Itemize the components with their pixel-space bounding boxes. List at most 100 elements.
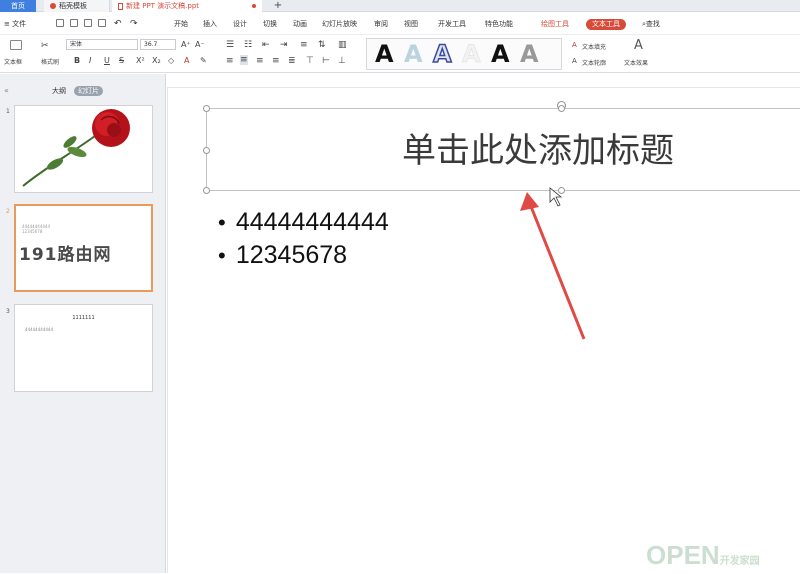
menu-animation[interactable]: 动画 bbox=[293, 13, 307, 35]
text-effect-icon[interactable]: A bbox=[634, 38, 643, 53]
style-black[interactable]: A bbox=[375, 40, 394, 68]
collapse-panel-icon[interactable]: « bbox=[4, 86, 9, 95]
menu-file[interactable]: ≡ 文件 bbox=[4, 13, 26, 35]
slide-number: 2 bbox=[6, 208, 10, 215]
menu-drawing-tools[interactable]: 绘图工具 bbox=[541, 13, 569, 35]
menubar: ≡ 文件 ↶ ↷ 开始 插入 设计 切换 动画 幻灯片放映 审阅 视图 开发工具… bbox=[0, 13, 800, 35]
menu-slideshow[interactable]: 幻灯片放映 bbox=[322, 13, 357, 35]
align-center-icon[interactable]: ≡ bbox=[240, 55, 248, 65]
bullets-icon[interactable]: ☰ bbox=[226, 40, 234, 50]
thumb-bullets: 44444444444 12345678 bbox=[22, 224, 50, 234]
font-name-select[interactable]: 宋体 bbox=[66, 39, 138, 50]
align-middle-icon[interactable]: ⊢ bbox=[322, 56, 330, 66]
thumb-title: 1111111 bbox=[72, 315, 95, 321]
numbering-icon[interactable]: ☷ bbox=[244, 40, 252, 50]
menu-text-tools[interactable]: 文本工具 bbox=[586, 19, 626, 30]
tab-template-label: 稻壳模板 bbox=[59, 2, 87, 10]
slide-thumbnail-2[interactable]: 44444444444 12345678 191路由网 bbox=[14, 204, 153, 292]
increase-indent-icon[interactable]: ⇥ bbox=[280, 40, 288, 50]
preview-icon[interactable] bbox=[84, 19, 92, 27]
text-styles-gallery: A A A A A A bbox=[366, 38, 562, 70]
watermark-text: OPEN bbox=[646, 540, 720, 570]
highlight-icon[interactable]: ✎ bbox=[200, 56, 207, 65]
decrease-indent-icon[interactable]: ⇤ bbox=[262, 40, 270, 50]
slide-number: 3 bbox=[6, 308, 10, 315]
slide-canvas: 单击此处添加标题 44444444444 12345678 bbox=[167, 74, 800, 573]
ribbon-toolbar: 文本框 ✂ 格式刷 宋体 36.7 A⁺ A⁻ B I U S X² X₂ ◇ … bbox=[0, 36, 800, 73]
text-outline-button[interactable]: 文本轮廓 bbox=[582, 58, 606, 67]
site-watermark: 191路由网 bbox=[19, 245, 112, 265]
watermark-sub: 开发家园 bbox=[719, 556, 760, 567]
save-icon[interactable] bbox=[56, 19, 64, 27]
export-icon[interactable] bbox=[98, 19, 106, 27]
tab-outline[interactable]: 大纲 bbox=[52, 86, 66, 96]
distribute-icon[interactable]: ≣ bbox=[288, 56, 296, 66]
slide-number: 1 bbox=[6, 108, 10, 115]
underline-button[interactable]: U bbox=[104, 56, 110, 65]
menu-insert[interactable]: 插入 bbox=[203, 13, 217, 35]
slide: 单击此处添加标题 44444444444 12345678 bbox=[167, 87, 800, 573]
unsaved-dot-icon bbox=[252, 4, 256, 8]
text-fill-icon[interactable]: A bbox=[572, 41, 577, 49]
slide-panel: « 大纲 幻灯片 1 2 44444444444 12345678 191路由网… bbox=[0, 74, 166, 573]
align-left-icon[interactable]: ≡ bbox=[226, 56, 234, 66]
menu-view[interactable]: 视图 bbox=[404, 13, 418, 35]
font-size-select[interactable]: 36.7 bbox=[140, 39, 176, 50]
annotation-arrow bbox=[520, 187, 586, 340]
shrink-font-icon[interactable]: A⁻ bbox=[195, 40, 205, 49]
add-tab-button[interactable]: + bbox=[272, 0, 284, 12]
subscript-icon[interactable]: X₂ bbox=[152, 56, 161, 65]
tab-document-label: 新建 PPT 演示文稿.ppt bbox=[126, 2, 200, 10]
style-white[interactable]: A bbox=[462, 40, 481, 69]
daoke-logo-icon bbox=[50, 3, 56, 9]
italic-button[interactable]: I bbox=[89, 56, 91, 65]
text-direction-icon[interactable]: ⇅ bbox=[318, 40, 326, 50]
text-outline-icon[interactable]: A bbox=[572, 57, 577, 65]
thumb-line: 12345678 bbox=[22, 229, 43, 234]
menu-transition[interactable]: 切换 bbox=[263, 13, 277, 35]
line-spacing-icon[interactable]: ≡ bbox=[300, 40, 308, 50]
site-logo-watermark: OPEN开发家园 bbox=[646, 540, 760, 571]
style-gray[interactable]: A bbox=[520, 40, 539, 68]
bold-button[interactable]: B bbox=[74, 56, 80, 65]
undo-icon[interactable]: ↶ bbox=[114, 13, 122, 35]
cut-icon[interactable]: ✂ bbox=[41, 41, 49, 51]
redo-icon[interactable]: ↷ bbox=[130, 13, 138, 35]
font-color-icon[interactable]: A bbox=[184, 56, 189, 65]
document-tabbar: 首页 稻壳模板 新建 PPT 演示文稿.ppt + bbox=[0, 0, 800, 12]
rose-image bbox=[22, 109, 130, 187]
format-painter-button[interactable]: 格式刷 bbox=[41, 57, 59, 66]
thumb-line: 44444444444 bbox=[25, 327, 53, 332]
text-effect-button[interactable]: 文本效果 bbox=[624, 58, 648, 67]
menu-start[interactable]: 开始 bbox=[174, 13, 188, 35]
align-right-icon[interactable]: ≡ bbox=[256, 56, 264, 66]
style-lightblue[interactable]: A bbox=[404, 40, 423, 68]
search-label: 查找 bbox=[645, 20, 660, 28]
ppt-file-icon bbox=[118, 2, 123, 10]
print-icon[interactable] bbox=[70, 19, 78, 27]
grow-font-icon[interactable]: A⁺ bbox=[181, 40, 191, 49]
slide-thumbnail-1[interactable] bbox=[14, 105, 153, 193]
menu-special[interactable]: 特色功能 bbox=[485, 13, 513, 35]
tab-document[interactable]: 新建 PPT 演示文稿.ppt bbox=[112, 0, 262, 12]
tab-slides[interactable]: 幻灯片 bbox=[74, 86, 103, 96]
menu-review[interactable]: 审阅 bbox=[374, 13, 388, 35]
slide-thumbnail-3[interactable]: 1111111 44444444444 bbox=[14, 304, 153, 392]
search-button[interactable]: ⌕查找 bbox=[642, 13, 660, 35]
tab-home[interactable]: 首页 bbox=[0, 0, 36, 12]
tab-template[interactable]: 稻壳模板 bbox=[44, 0, 110, 12]
text-fill-button[interactable]: 文本填充 bbox=[582, 42, 606, 51]
strike-button[interactable]: S bbox=[119, 56, 124, 65]
menu-design[interactable]: 设计 bbox=[233, 13, 247, 35]
columns-icon[interactable]: ▥ bbox=[338, 40, 347, 50]
textbox-label[interactable]: 文本框 bbox=[4, 57, 22, 66]
style-bold-black[interactable]: A bbox=[491, 40, 510, 68]
align-bottom-icon[interactable]: ⊥ bbox=[338, 56, 346, 66]
justify-icon[interactable]: ≡ bbox=[272, 56, 280, 66]
style-outline-blue[interactable]: A bbox=[432, 39, 452, 69]
textbox-icon[interactable] bbox=[10, 40, 22, 50]
menu-developer[interactable]: 开发工具 bbox=[438, 13, 466, 35]
align-top-icon[interactable]: ⊤ bbox=[306, 56, 314, 66]
clear-format-icon[interactable]: ◇ bbox=[168, 56, 174, 65]
superscript-icon[interactable]: X² bbox=[136, 56, 145, 65]
